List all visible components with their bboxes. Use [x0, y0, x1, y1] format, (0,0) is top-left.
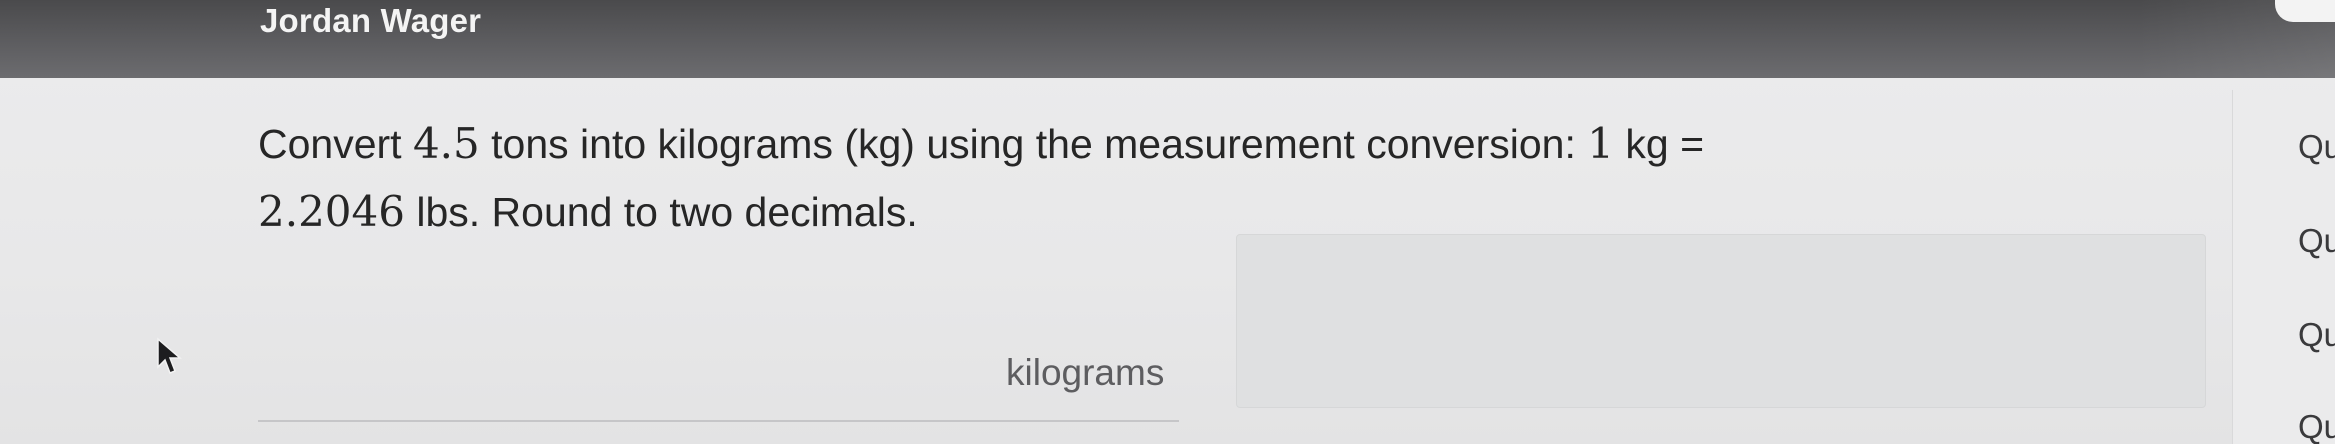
- feedback-box: [1236, 234, 2206, 408]
- top-right-control[interactable]: [2275, 0, 2335, 22]
- tons-amount: 4.5: [412, 119, 480, 168]
- sidebar-question-item[interactable]: Qu: [2298, 128, 2335, 166]
- conversion-right-value: 2.2046: [258, 187, 405, 236]
- question-text: Convert 4.5 tons into kilograms (kg) usi…: [258, 110, 2058, 246]
- answer-unit-label: kilograms: [1006, 352, 1165, 393]
- question-text-part: lbs. Round to two decimals.: [404, 189, 918, 235]
- sidebar-question-item[interactable]: Qu: [2298, 408, 2335, 444]
- question-text-part: tons into kilograms (kg) using the measu…: [479, 121, 1588, 167]
- sidebar-question-item[interactable]: Qu: [2298, 222, 2335, 260]
- conversion-unit: kg =: [1614, 121, 1705, 167]
- top-bar: Jordan Wager: [0, 0, 2335, 78]
- sidebar-question-item[interactable]: Qu: [2298, 316, 2335, 354]
- conversion-left-value: 1: [1587, 119, 1614, 168]
- question-page: Jordan Wager Convert 4.5 tons into kilog…: [0, 0, 2335, 444]
- mouse-cursor-icon: [157, 337, 183, 374]
- answer-row: kilograms: [258, 342, 1179, 422]
- question-text-part: Convert: [258, 121, 413, 167]
- user-name: Jordan Wager: [260, 2, 482, 39]
